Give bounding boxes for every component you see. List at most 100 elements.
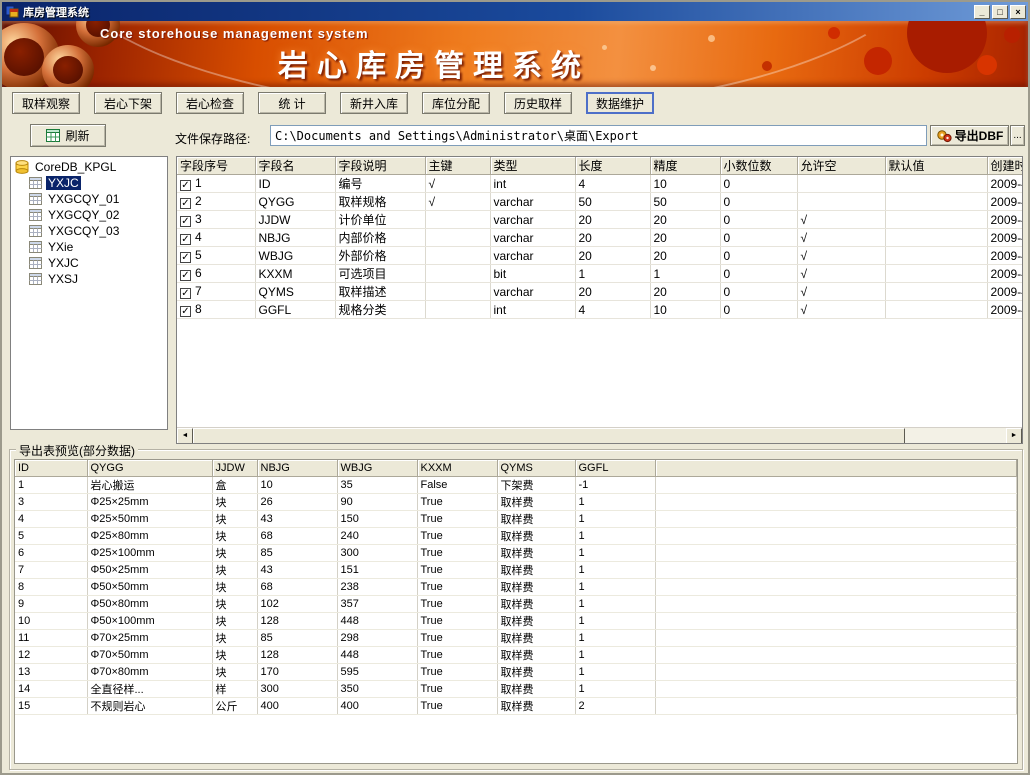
maximize-button[interactable]: □ xyxy=(992,5,1008,19)
column-header[interactable]: 字段序号 xyxy=(177,157,255,175)
column-header[interactable]: 默认值 xyxy=(885,157,987,175)
cell: 5 xyxy=(15,527,87,544)
preview-row[interactable]: 3Φ25×25mm块2690True取样费1 xyxy=(15,493,1017,510)
preview-row[interactable]: 1岩心搬运盒1035False下架费-1 xyxy=(15,476,1017,493)
cell: 12 xyxy=(15,646,87,663)
cell: JJDW xyxy=(255,211,335,229)
field-checkbox[interactable]: ✓ xyxy=(180,270,191,281)
preview-row[interactable]: 15不规则岩心公斤400400True取样费2 xyxy=(15,697,1017,714)
scrollbar-thumb[interactable] xyxy=(193,428,905,444)
field-index: 6 xyxy=(195,266,202,280)
column-header[interactable]: KXXM xyxy=(417,460,497,476)
column-header[interactable]: 小数位数 xyxy=(720,157,797,175)
tree-item-yxgcqy_03[interactable]: YXGCQY_03 xyxy=(27,223,167,239)
preview-row[interactable]: 12Φ70×50mm块128448True取样费1 xyxy=(15,646,1017,663)
cell: 151 xyxy=(337,561,417,578)
export-dbf-button[interactable]: 导出DBF xyxy=(930,125,1009,146)
field-row[interactable]: ✓6KXXM可选项目bit110√2009-4 xyxy=(177,265,1022,283)
preview-row[interactable]: 9Φ50×80mm块102357True取样费1 xyxy=(15,595,1017,612)
preview-row[interactable]: 10Φ50×100mm块128448True取样费1 xyxy=(15,612,1017,629)
cell: 1 xyxy=(575,629,655,646)
column-header[interactable]: WBJG xyxy=(337,460,417,476)
preview-row[interactable]: 6Φ25×100mm块85300True取样费1 xyxy=(15,544,1017,561)
tree-item-yxgcqy_01[interactable]: YXGCQY_01 xyxy=(27,191,167,207)
field-checkbox[interactable]: ✓ xyxy=(180,198,191,209)
app-window: 库房管理系统 _ □ × Core storehouse management … xyxy=(0,0,1030,775)
cell: 1 xyxy=(575,493,655,510)
cell: ID xyxy=(255,175,335,193)
toolbar-button-2[interactable]: 岩心下架 xyxy=(94,92,162,114)
column-header[interactable]: 字段名 xyxy=(255,157,335,175)
scrollbar-track[interactable] xyxy=(193,428,1006,443)
close-button[interactable]: × xyxy=(1010,5,1026,19)
column-header[interactable]: QYGG xyxy=(87,460,212,476)
export-path-input[interactable] xyxy=(270,125,927,146)
scroll-left-button[interactable]: ◄ xyxy=(177,428,193,444)
horizontal-scrollbar[interactable]: ◄ ► xyxy=(177,427,1022,443)
cell: 取样规格 xyxy=(335,193,425,211)
cell: 公斤 xyxy=(212,697,257,714)
column-header[interactable]: ID xyxy=(15,460,87,476)
toolbar-button-3[interactable]: 岩心检查 xyxy=(176,92,244,114)
toolbar-button-8[interactable]: 数据维护 xyxy=(586,92,654,114)
toolbar-button-4[interactable]: 统 计 xyxy=(258,92,326,114)
column-header[interactable]: 主键 xyxy=(425,157,490,175)
preview-row[interactable]: 4Φ25×50mm块43150True取样费1 xyxy=(15,510,1017,527)
toolbar-button-1[interactable]: 取样观察 xyxy=(12,92,80,114)
field-row[interactable]: ✓4NBJG内部价格varchar20200√2009-4 xyxy=(177,229,1022,247)
table-icon xyxy=(29,209,42,221)
toolbar-button-6[interactable]: 库位分配 xyxy=(422,92,490,114)
titlebar[interactable]: 库房管理系统 _ □ × xyxy=(2,2,1028,21)
column-header[interactable]: 允许空 xyxy=(797,157,885,175)
tree-item-yxsj[interactable]: YXSJ xyxy=(27,271,167,287)
toolbar-button-7[interactable]: 历史取样 xyxy=(504,92,572,114)
field-row[interactable]: ✓7QYMS取样描述varchar20200√2009-4 xyxy=(177,283,1022,301)
cell xyxy=(655,476,1017,493)
field-checkbox[interactable]: ✓ xyxy=(180,216,191,227)
field-row[interactable]: ✓1ID编号√int41002009-4 xyxy=(177,175,1022,193)
preview-row[interactable]: 8Φ50×50mm块68238True取样费1 xyxy=(15,578,1017,595)
preview-row[interactable]: 7Φ50×25mm块43151True取样费1 xyxy=(15,561,1017,578)
tree-item-yxjc[interactable]: YXJC xyxy=(27,255,167,271)
browse-more-button[interactable]: ... xyxy=(1010,125,1025,146)
field-row[interactable]: ✓8GGFL规格分类int4100√2009-4 xyxy=(177,301,1022,319)
preview-row[interactable]: 14全直径样...样300350True取样费1 xyxy=(15,680,1017,697)
field-checkbox[interactable]: ✓ xyxy=(180,180,191,191)
field-checkbox[interactable]: ✓ xyxy=(180,252,191,263)
cell: 1 xyxy=(575,578,655,595)
column-header[interactable]: QYMS xyxy=(497,460,575,476)
preview-row[interactable]: 11Φ70×25mm块85298True取样费1 xyxy=(15,629,1017,646)
field-row[interactable]: ✓3JJDW计价单位varchar20200√2009-4 xyxy=(177,211,1022,229)
column-header[interactable]: 精度 xyxy=(650,157,720,175)
field-row[interactable]: ✓5WBJG外部价格varchar20200√2009-4 xyxy=(177,247,1022,265)
cell xyxy=(885,211,987,229)
column-header[interactable]: 长度 xyxy=(575,157,650,175)
preview-row[interactable]: 13Φ70×80mm块170595True取样费1 xyxy=(15,663,1017,680)
column-header[interactable]: 类型 xyxy=(490,157,575,175)
tree-item-yxgcqy_02[interactable]: YXGCQY_02 xyxy=(27,207,167,223)
tree-item-yxjc[interactable]: YXJC xyxy=(27,175,167,191)
cell: 2009-4 xyxy=(987,229,1022,247)
cell: 85 xyxy=(257,544,337,561)
field-checkbox[interactable]: ✓ xyxy=(180,306,191,317)
preview-row[interactable]: 5Φ25×80mm块68240True取样费1 xyxy=(15,527,1017,544)
column-header[interactable]: 字段说明 xyxy=(335,157,425,175)
column-header[interactable]: NBJG xyxy=(257,460,337,476)
tree-item-yxie[interactable]: YXie xyxy=(27,239,167,255)
column-header[interactable]: 创建时 xyxy=(987,157,1022,175)
field-row[interactable]: ✓2QYGG取样规格√varchar505002009-4 xyxy=(177,193,1022,211)
field-checkbox[interactable]: ✓ xyxy=(180,288,191,299)
tree-root[interactable]: CoreDB_KPGL xyxy=(13,159,167,175)
export-label: 导出DBF xyxy=(955,127,1004,144)
column-header[interactable]: JJDW xyxy=(212,460,257,476)
column-header[interactable]: GGFL xyxy=(575,460,655,476)
toolbar-button-5[interactable]: 新井入库 xyxy=(340,92,408,114)
scroll-right-button[interactable]: ► xyxy=(1006,428,1022,444)
column-header[interactable] xyxy=(655,460,1017,476)
cell: 块 xyxy=(212,493,257,510)
minimize-button[interactable]: _ xyxy=(974,5,990,19)
cell: 1 xyxy=(575,663,655,680)
refresh-button[interactable]: 刷新 xyxy=(30,124,106,147)
field-checkbox[interactable]: ✓ xyxy=(180,234,191,245)
tree-item-label: YXie xyxy=(46,240,75,254)
